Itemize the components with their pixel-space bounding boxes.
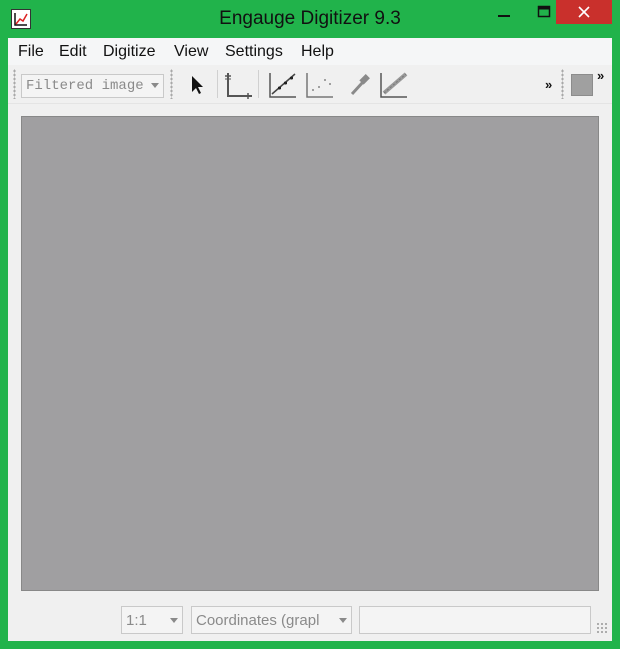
axis-point-tool-icon bbox=[225, 73, 252, 99]
toolbar-separator bbox=[258, 70, 259, 98]
zoom-value: 1:1 bbox=[126, 612, 147, 629]
toolbar-grip[interactable] bbox=[13, 69, 16, 99]
resize-grip-icon[interactable] bbox=[596, 622, 608, 634]
minimize-icon bbox=[498, 15, 510, 17]
select-tool-icon bbox=[192, 76, 203, 94]
background-image-combo[interactable]: Filtered image bbox=[21, 74, 164, 98]
chevron-down-icon bbox=[170, 618, 178, 623]
coordinates-combo[interactable]: Coordinates (grapl bbox=[191, 606, 352, 634]
color-swatch[interactable] bbox=[571, 74, 593, 96]
menu-settings[interactable]: Settings bbox=[225, 43, 283, 61]
client-area: File Edit Digitize View Settings Help Fi… bbox=[8, 38, 612, 641]
toolbar-overflow-button[interactable]: » bbox=[545, 77, 552, 92]
toolbar: Filtered image » » bbox=[8, 65, 612, 104]
axis-point-tool-button[interactable] bbox=[222, 70, 254, 100]
status-bar: 1:1 Coordinates (grapl bbox=[8, 604, 612, 638]
menu-edit[interactable]: Edit bbox=[59, 43, 87, 61]
image-canvas[interactable] bbox=[21, 116, 599, 591]
menu-file[interactable]: File bbox=[18, 43, 44, 61]
zoom-combo[interactable]: 1:1 bbox=[121, 606, 183, 634]
curve-point-tool-icon bbox=[269, 73, 296, 98]
toolbar-overflow-button-2[interactable]: » bbox=[597, 68, 604, 83]
close-button[interactable] bbox=[556, 0, 612, 24]
toolbar-grip[interactable] bbox=[170, 69, 173, 99]
segment-fill-tool-icon bbox=[380, 72, 408, 98]
close-icon bbox=[578, 6, 590, 18]
title-bar[interactable]: Engauge Digitizer 9.3 bbox=[0, 0, 620, 38]
background-image-value: Filtered image bbox=[26, 78, 144, 94]
segment-fill-tool-button[interactable] bbox=[378, 70, 410, 100]
curve-point-tool-button[interactable] bbox=[267, 70, 299, 100]
point-match-tool-icon bbox=[306, 73, 333, 98]
coordinates-value: Coordinates (grapl bbox=[196, 612, 320, 629]
minimize-button[interactable] bbox=[484, 0, 524, 24]
maximize-icon bbox=[537, 5, 551, 18]
select-tool-button[interactable] bbox=[182, 70, 214, 100]
chevron-down-icon bbox=[339, 618, 347, 623]
point-match-tool-button[interactable] bbox=[304, 70, 336, 100]
toolbar-separator bbox=[217, 70, 218, 98]
status-text-field bbox=[359, 606, 591, 634]
menu-view[interactable]: View bbox=[174, 43, 208, 61]
menu-digitize[interactable]: Digitize bbox=[103, 43, 155, 61]
app-window: Engauge Digitizer 9.3 File Edit Digitize… bbox=[0, 0, 620, 649]
menu-bar: File Edit Digitize View Settings Help bbox=[8, 38, 612, 65]
color-picker-tool-button[interactable] bbox=[343, 70, 375, 100]
chevron-down-icon bbox=[151, 83, 159, 88]
menu-help[interactable]: Help bbox=[301, 43, 334, 61]
color-picker-tool-icon bbox=[350, 74, 370, 96]
toolbar-grip[interactable] bbox=[561, 69, 564, 99]
